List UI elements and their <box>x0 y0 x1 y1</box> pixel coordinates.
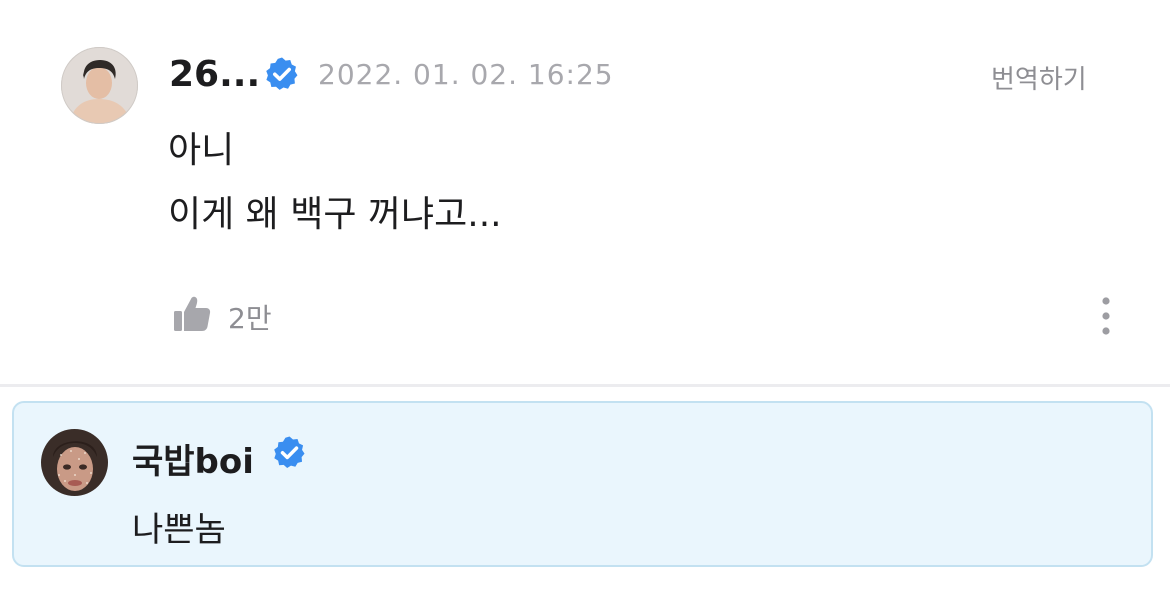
commenter-avatar[interactable] <box>61 47 138 124</box>
comment-text-line-1: 아니 <box>168 130 235 171</box>
replier-avatar[interactable] <box>41 429 108 496</box>
more-vertical-icon[interactable] <box>1093 296 1119 336</box>
comment-thread: 26... 2022. 01. 02. 16:25 번역하기 아니 이게 왜 백… <box>0 0 1170 597</box>
verified-badge-icon <box>274 436 305 468</box>
thumbs-up-icon[interactable] <box>172 293 212 333</box>
replier-name[interactable]: 국밥boi <box>132 434 254 483</box>
verified-badge-icon <box>266 57 298 90</box>
comment-timestamp: 2022. 01. 02. 16:25 <box>318 58 614 91</box>
like-count: 2만 <box>228 302 272 335</box>
comment-text-line-2: 이게 왜 백구 꺼냐고... <box>168 194 502 235</box>
commenter-name[interactable]: 26... <box>169 54 260 95</box>
reply-text: 나쁜놈 <box>132 510 226 550</box>
translate-button[interactable]: 번역하기 <box>991 59 1087 96</box>
section-divider <box>0 384 1170 387</box>
